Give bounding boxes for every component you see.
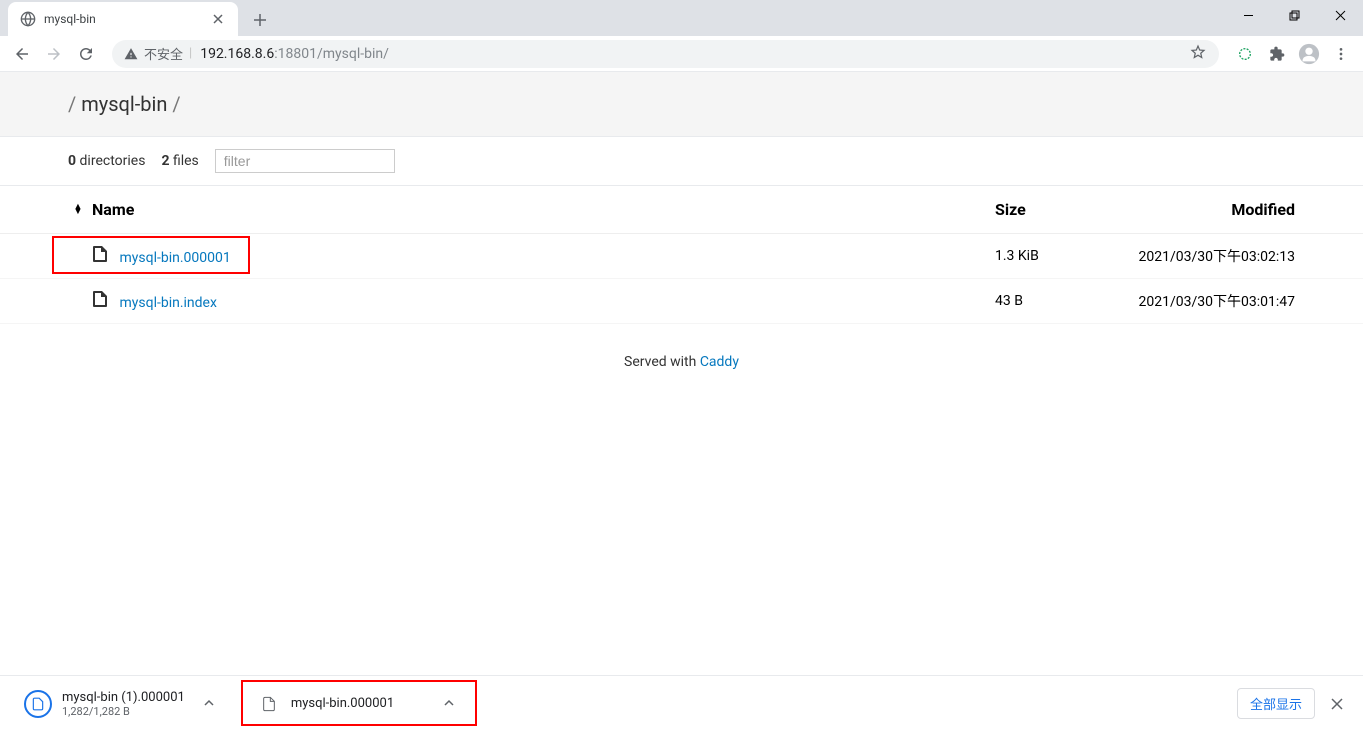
file-count: 2 files xyxy=(161,153,198,169)
file-icon xyxy=(92,291,108,307)
forward-button[interactable] xyxy=(40,40,68,68)
download-size: 1,282/1,282 B xyxy=(62,705,185,718)
maximize-button[interactable] xyxy=(1271,0,1317,30)
show-all-downloads-button[interactable]: 全部显示 xyxy=(1237,688,1315,719)
file-link[interactable]: mysql-bin.000001 xyxy=(119,250,230,266)
header-size[interactable]: Size xyxy=(995,200,1095,219)
bookmark-star-icon[interactable] xyxy=(1189,43,1207,65)
file-icon xyxy=(92,246,108,262)
sort-icon[interactable]: ▲▼ xyxy=(68,200,88,219)
table-row: mysql-bin.index 43 B 2021/03/30下午03:01:4… xyxy=(0,279,1363,324)
menu-dots-icon[interactable] xyxy=(1327,40,1355,68)
chevron-up-icon[interactable] xyxy=(435,694,463,713)
security-label: 不安全 xyxy=(144,44,183,63)
filter-input[interactable] xyxy=(215,149,395,173)
download-filename: mysql-bin.000001 xyxy=(291,696,421,711)
directory-count: 0 directories xyxy=(68,153,145,169)
extensions-puzzle-icon[interactable] xyxy=(1263,40,1291,68)
download-filename: mysql-bin (1).000001 xyxy=(62,690,185,705)
tab-title: mysql-bin xyxy=(44,12,202,26)
header-name[interactable]: Name xyxy=(88,200,995,219)
tab-bar: mysql-bin xyxy=(0,0,1363,36)
close-download-bar-button[interactable] xyxy=(1323,690,1351,718)
file-modified: 2021/03/30下午03:01:47 xyxy=(1095,291,1295,311)
reload-button[interactable] xyxy=(72,40,100,68)
download-item[interactable]: mysql-bin (1).000001 1,282/1,282 B xyxy=(16,684,231,724)
stats-bar: 0 directories 2 files xyxy=(0,137,1363,186)
window-controls xyxy=(1225,0,1363,30)
table-row: mysql-bin.000001 1.3 KiB 2021/03/30下午03:… xyxy=(0,234,1363,279)
download-bar: mysql-bin (1).000001 1,282/1,282 B mysql… xyxy=(0,675,1363,731)
new-tab-button[interactable] xyxy=(246,6,274,34)
tab-close-button[interactable] xyxy=(210,11,226,27)
url-text: 192.168.8.6:18801/mysql-bin/ xyxy=(200,46,1181,62)
browser-tab[interactable]: mysql-bin xyxy=(8,2,238,36)
breadcrumb: / mysql-bin / xyxy=(0,72,1363,137)
download-item[interactable]: mysql-bin.000001 xyxy=(243,684,481,724)
file-link[interactable]: mysql-bin.index xyxy=(119,295,216,311)
browser-toolbar: 不安全 | 192.168.8.6:18801/mysql-bin/ xyxy=(0,36,1363,72)
page-content: / mysql-bin / 0 directories 2 files ▲▼ N… xyxy=(0,72,1363,675)
page-footer: Served with Caddy xyxy=(0,324,1363,400)
header-modified[interactable]: Modified xyxy=(1095,200,1295,219)
file-size: 43 B xyxy=(995,293,1095,309)
globe-icon xyxy=(20,11,36,27)
download-progress-icon xyxy=(24,690,52,718)
back-button[interactable] xyxy=(8,40,36,68)
file-icon xyxy=(261,695,277,713)
close-window-button[interactable] xyxy=(1317,0,1363,30)
breadcrumb-segment[interactable]: mysql-bin xyxy=(81,92,167,116)
file-table: ▲▼ Name Size Modified mysql-bin.000001 1… xyxy=(0,186,1363,324)
minimize-button[interactable] xyxy=(1225,0,1271,30)
profile-avatar-icon[interactable] xyxy=(1295,40,1323,68)
extension-icon[interactable] xyxy=(1231,40,1259,68)
file-modified: 2021/03/30下午03:02:13 xyxy=(1095,246,1295,266)
security-warning-icon: 不安全 | xyxy=(124,44,192,63)
chevron-up-icon[interactable] xyxy=(195,694,223,713)
caddy-link[interactable]: Caddy xyxy=(700,354,739,370)
file-size: 1.3 KiB xyxy=(995,248,1095,264)
address-bar[interactable]: 不安全 | 192.168.8.6:18801/mysql-bin/ xyxy=(112,40,1219,68)
table-header: ▲▼ Name Size Modified xyxy=(0,186,1363,234)
